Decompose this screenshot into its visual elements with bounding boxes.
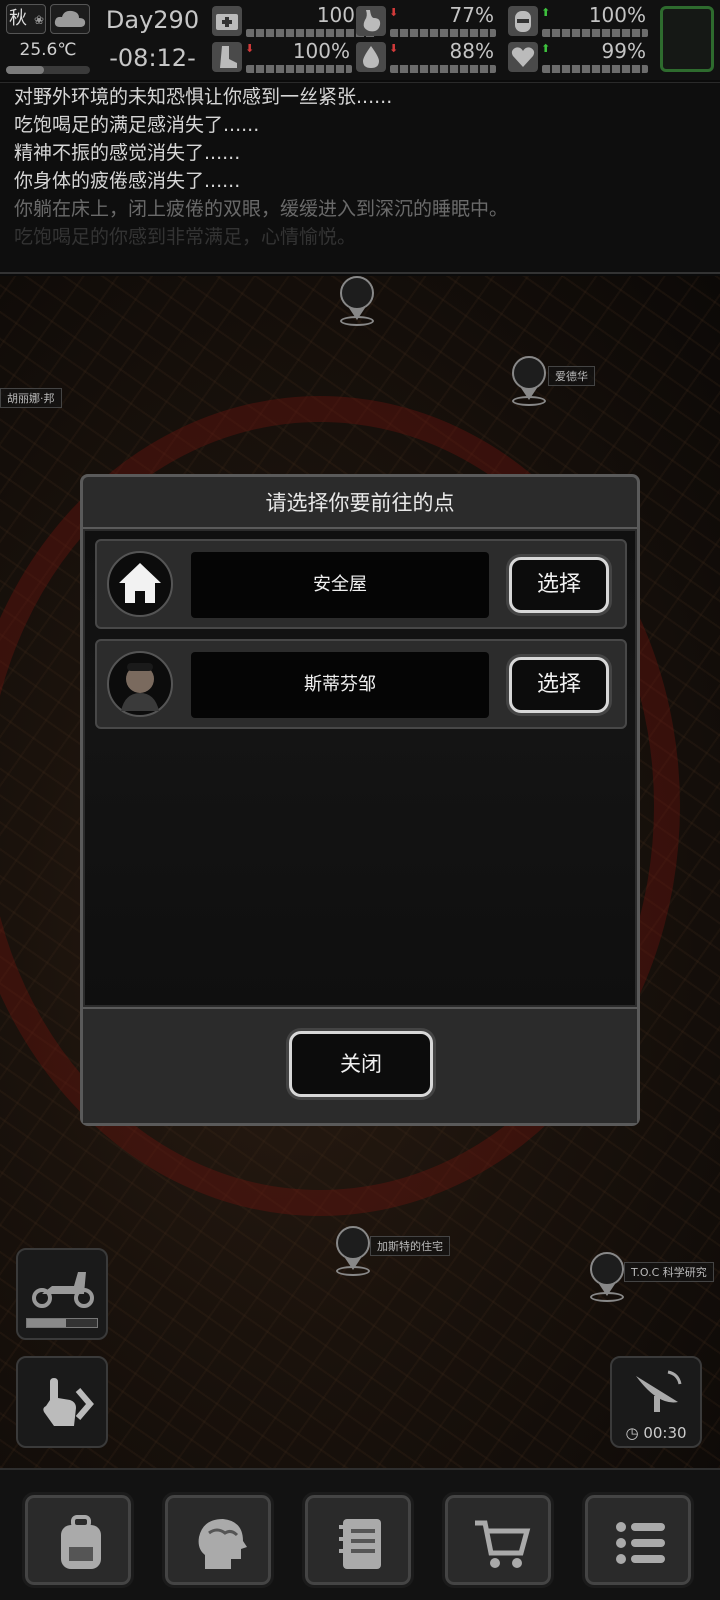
stat-health-value: 99% xyxy=(601,39,646,63)
nav-backpack[interactable] xyxy=(22,1492,134,1588)
water-drop-icon xyxy=(356,42,386,72)
stat-stamina-bar xyxy=(246,65,352,73)
destination-list[interactable]: 安全屋 选择 斯蒂芬邹 选择 xyxy=(85,531,635,1005)
destination-dialog: 请选择你要前往的点 安全屋 选择 斯蒂芬邹 选择 关闭 xyxy=(80,474,640,1126)
vehicle-button[interactable] xyxy=(16,1248,108,1340)
temperature-readout: 25.6℃ xyxy=(19,40,77,60)
building-icon xyxy=(336,1226,370,1260)
equipment-slot[interactable] xyxy=(660,6,714,72)
log-line: 你躺在床上，闭上疲倦的双眼，缓缓进入到深沉的睡眠中。 xyxy=(14,198,509,220)
clock-icon: ◷ xyxy=(625,1424,644,1442)
temperature-bar xyxy=(6,66,90,74)
trend-down-icon: ⬇ xyxy=(389,42,399,55)
dialog-footer: 关闭 xyxy=(83,1007,637,1123)
log-line: 吃饱喝足的你感到非常满足，心情愉悦。 xyxy=(14,226,357,248)
stat-thirst-value: 88% xyxy=(449,39,494,63)
stomach-icon xyxy=(356,6,386,36)
map-marker-label: 加斯特的住宅 xyxy=(370,1236,450,1256)
map-marker-gast-house[interactable] xyxy=(336,1226,370,1276)
nav-shop[interactable] xyxy=(442,1492,554,1588)
nav-journal[interactable] xyxy=(302,1492,414,1588)
destination-row-safehouse[interactable]: 安全屋 选择 xyxy=(95,539,627,629)
heart-icon xyxy=(508,42,538,72)
portrait-avatar xyxy=(512,356,546,390)
boot-icon xyxy=(212,42,242,72)
house-icon xyxy=(107,551,173,617)
status-bar: 秋 ❀ 25.6℃ Day290 -08:12- 100% ⬇ 77% ⬆ 10… xyxy=(0,0,720,80)
stat-mood: ⬆ 100% xyxy=(508,3,650,38)
stat-mood-value: 100% xyxy=(588,3,646,27)
day-counter: Day290 xyxy=(105,6,200,34)
tap-hand-icon xyxy=(43,1378,94,1426)
portrait-avatar xyxy=(107,651,173,717)
stat-mood-bar xyxy=(542,29,648,37)
log-line: 你身体的疲倦感消失了...... xyxy=(14,170,241,192)
dialog-title: 请选择你要前往的点 xyxy=(83,477,637,529)
first-aid-kit-icon xyxy=(212,6,242,36)
shopping-cart-icon xyxy=(475,1520,531,1568)
satellite-dish-icon xyxy=(636,1370,682,1412)
log-line: 精神不振的感觉消失了...... xyxy=(14,142,241,164)
notebook-icon xyxy=(339,1519,381,1569)
radar-button[interactable]: ◷ 00:30 xyxy=(610,1356,702,1448)
map-marker-toc-lab[interactable] xyxy=(590,1252,624,1302)
trend-up-icon: ⬆ xyxy=(541,42,551,55)
trend-down-icon: ⬇ xyxy=(389,6,399,19)
stat-health: ⬆ 99% xyxy=(508,39,650,74)
nav-menu[interactable] xyxy=(582,1492,694,1588)
stat-thirst-bar xyxy=(390,65,496,73)
nav-skills[interactable] xyxy=(162,1492,274,1588)
season-label: 秋 xyxy=(9,8,27,29)
move-action-button[interactable] xyxy=(16,1356,108,1448)
destination-row-stephen[interactable]: 斯蒂芬邹 选择 xyxy=(95,639,627,729)
event-log[interactable]: 对野外环境的未知恐惧让你感到一丝紧张...... 吃饱喝足的满足感消失了....… xyxy=(0,82,720,274)
stat-stamina: ⬇ 100% xyxy=(212,39,354,74)
stat-thirst: ⬇ 88% xyxy=(356,39,498,74)
map-marker-edward[interactable] xyxy=(512,356,546,406)
brain-icon xyxy=(198,1519,247,1569)
destination-name: 安全屋 xyxy=(191,552,489,618)
destination-name: 斯蒂芬邹 xyxy=(191,652,489,718)
bottom-nav xyxy=(0,1468,720,1600)
trend-down-icon: ⬇ xyxy=(245,42,255,55)
map-marker-label: T.O.C 科学研究 xyxy=(624,1262,714,1282)
leaf-icon: ❀ xyxy=(33,13,44,27)
map-marker-label: 胡丽娜·邦 xyxy=(0,388,62,408)
stat-medical: 100% xyxy=(212,3,378,38)
trend-up-icon: ⬆ xyxy=(541,6,551,19)
menu-list-icon xyxy=(616,1522,665,1564)
stat-hunger-bar xyxy=(390,29,496,37)
close-button[interactable]: 关闭 xyxy=(289,1031,433,1097)
cloud-icon xyxy=(50,4,90,34)
face-mask-icon xyxy=(508,6,538,36)
map-marker[interactable] xyxy=(340,276,374,326)
log-line: 对野外环境的未知恐惧让你感到一丝紧张...... xyxy=(14,86,393,108)
select-button[interactable]: 选择 xyxy=(509,657,609,713)
game-clock: -08:12- xyxy=(109,44,196,72)
map-marker-label: 爱德华 xyxy=(548,366,595,386)
building-icon xyxy=(590,1252,624,1286)
stat-stamina-value: 100% xyxy=(292,39,350,63)
scooter-icon xyxy=(32,1272,94,1308)
season-badge: 秋 ❀ xyxy=(6,4,46,34)
stat-hunger: ⬇ 77% xyxy=(356,3,498,38)
stat-hunger-value: 77% xyxy=(449,3,494,27)
stat-health-bar xyxy=(542,65,648,73)
fuel-bar xyxy=(26,1318,98,1328)
log-line: 吃饱喝足的满足感消失了...... xyxy=(14,114,260,136)
backpack-icon xyxy=(61,1515,101,1569)
select-button[interactable]: 选择 xyxy=(509,557,609,613)
radar-timer: 00:30 xyxy=(643,1424,687,1442)
